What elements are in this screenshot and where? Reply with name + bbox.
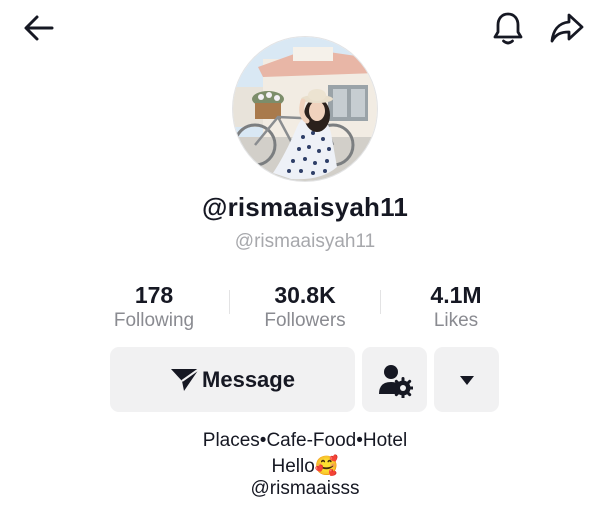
notification-button[interactable] xyxy=(486,6,530,50)
paper-plane-icon xyxy=(170,367,200,393)
profile-handle: @rismaaisyah11 xyxy=(234,231,376,252)
person-gear-icon xyxy=(377,362,413,398)
stat-following-value: 178 xyxy=(134,282,174,308)
stat-following-label: Following xyxy=(113,310,195,331)
message-button[interactable]: Message xyxy=(110,347,355,412)
message-button-label: Message xyxy=(202,366,295,392)
share-button[interactable] xyxy=(545,6,589,50)
arrow-left-icon xyxy=(22,11,56,45)
bell-icon xyxy=(491,10,525,46)
friends-settings-button[interactable] xyxy=(362,347,427,412)
more-dropdown-button[interactable] xyxy=(434,347,499,412)
stat-likes[interactable]: 4.1M Likes xyxy=(381,281,531,333)
stat-followers[interactable]: 30.8K Followers xyxy=(230,281,380,333)
share-arrow-icon xyxy=(549,11,585,45)
bio-link[interactable]: @rismaaisss xyxy=(0,478,610,500)
stat-following[interactable]: 178 Following xyxy=(79,281,229,333)
stat-likes-label: Likes xyxy=(433,310,479,331)
avatar[interactable] xyxy=(233,37,377,181)
bio-line-1: Places•Cafe-Food•Hotel xyxy=(202,430,408,451)
back-button[interactable] xyxy=(17,6,61,50)
stat-likes-value: 4.1M xyxy=(430,282,482,308)
profile-username: @rismaaisyah11 xyxy=(202,192,408,222)
bio-line-2: Hello🥰 xyxy=(271,456,339,477)
stat-followers-value: 30.8K xyxy=(274,282,336,308)
caret-down-icon xyxy=(459,374,475,386)
stat-followers-label: Followers xyxy=(264,310,346,331)
profile-photo xyxy=(233,37,377,181)
